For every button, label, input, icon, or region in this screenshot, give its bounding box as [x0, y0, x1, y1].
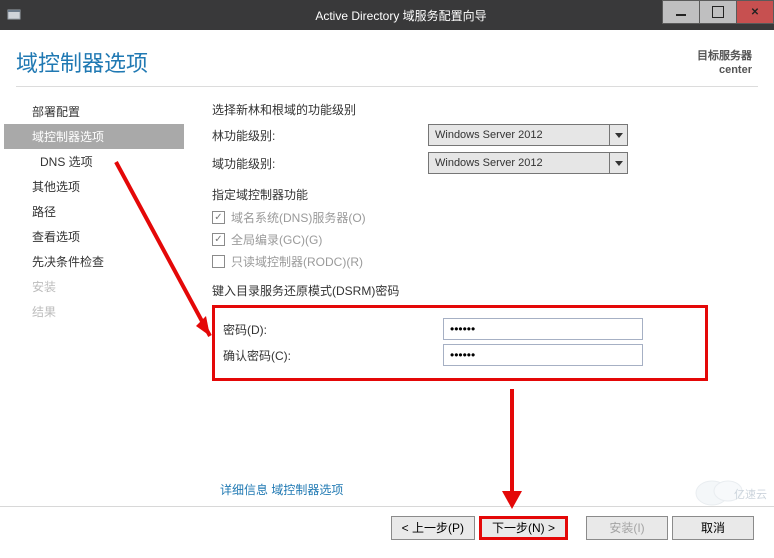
domain-level-combo[interactable]: Windows Server 2012 — [428, 152, 628, 174]
next-button[interactable]: 下一步(N) > — [479, 516, 568, 540]
forest-level-value: Windows Server 2012 — [429, 129, 609, 141]
gc-checkbox-label: 全局编录(GC)(G) — [231, 231, 322, 248]
sidebar-item-deploy[interactable]: 部署配置 — [4, 99, 184, 124]
close-button[interactable] — [736, 0, 774, 24]
sidebar-item-results: 结果 — [4, 299, 184, 324]
annotation-arrow-icon — [492, 385, 532, 515]
password-field[interactable] — [443, 318, 643, 340]
sidebar-item-install: 安装 — [4, 274, 184, 299]
chevron-down-icon[interactable] — [609, 153, 627, 173]
dns-checkbox-label: 域名系统(DNS)服务器(O) — [231, 209, 366, 226]
target-server-box: 目标服务器 center — [697, 46, 752, 78]
titlebar-buttons — [663, 0, 774, 24]
install-button: 安装(I) — [586, 516, 668, 540]
sidebar-item-review[interactable]: 查看选项 — [4, 224, 184, 249]
button-row: < 上一步(P) 下一步(N) > 安装(I) 取消 — [0, 506, 774, 548]
svg-text:亿速云: 亿速云 — [734, 488, 767, 501]
target-server-value: center — [697, 64, 752, 78]
forest-level-label: 林功能级别: — [212, 127, 428, 144]
forest-level-combo[interactable]: Windows Server 2012 — [428, 124, 628, 146]
dc-cap-heading: 指定域控制器功能 — [212, 186, 748, 203]
dsrm-heading: 键入目录服务还原模式(DSRM)密码 — [212, 282, 748, 299]
maximize-button[interactable] — [699, 0, 737, 24]
main-columns: 部署配置 域控制器选项 DNS 选项 其他选项 路径 查看选项 先决条件检查 安… — [0, 87, 774, 381]
domain-level-label: 域功能级别: — [212, 155, 428, 172]
more-info-link[interactable]: 详细信息 域控制器选项 — [220, 481, 343, 498]
password-label: 密码(D): — [223, 321, 443, 338]
sidebar-item-other-options[interactable]: 其他选项 — [4, 174, 184, 199]
minimize-button[interactable] — [662, 0, 700, 24]
page-title: 域控制器选项 — [16, 46, 148, 78]
confirm-password-field[interactable] — [443, 344, 643, 366]
content-pane: 选择新林和根域的功能级别 林功能级别: Windows Server 2012 … — [184, 97, 762, 381]
rodc-checkbox-label: 只读域控制器(RODC)(R) — [231, 253, 363, 270]
header-row: 域控制器选项 目标服务器 center — [0, 30, 774, 86]
sidebar-item-prereq[interactable]: 先决条件检查 — [4, 249, 184, 274]
sidebar-item-paths[interactable]: 路径 — [4, 199, 184, 224]
confirm-password-label: 确认密码(C): — [223, 347, 443, 364]
sidebar-item-dns-options[interactable]: DNS 选项 — [4, 149, 184, 174]
app-icon — [0, 8, 28, 22]
sidebar-item-dc-options[interactable]: 域控制器选项 — [4, 124, 184, 149]
dsrm-highlight-box: 密码(D): 确认密码(C): — [212, 305, 708, 381]
domain-level-value: Windows Server 2012 — [429, 157, 609, 169]
chevron-down-icon[interactable] — [609, 125, 627, 145]
prev-button[interactable]: < 上一步(P) — [391, 516, 475, 540]
rodc-checkbox[interactable] — [212, 255, 225, 268]
titlebar: Active Directory 域服务配置向导 — [0, 0, 774, 30]
wizard-sidebar: 部署配置 域控制器选项 DNS 选项 其他选项 路径 查看选项 先决条件检查 安… — [4, 97, 184, 381]
dns-checkbox[interactable] — [212, 211, 225, 224]
gc-checkbox[interactable] — [212, 233, 225, 246]
watermark-icon: 亿速云 — [694, 478, 768, 508]
cancel-button[interactable]: 取消 — [672, 516, 754, 540]
target-server-label: 目标服务器 — [697, 50, 752, 64]
functional-level-heading: 选择新林和根域的功能级别 — [212, 101, 748, 118]
